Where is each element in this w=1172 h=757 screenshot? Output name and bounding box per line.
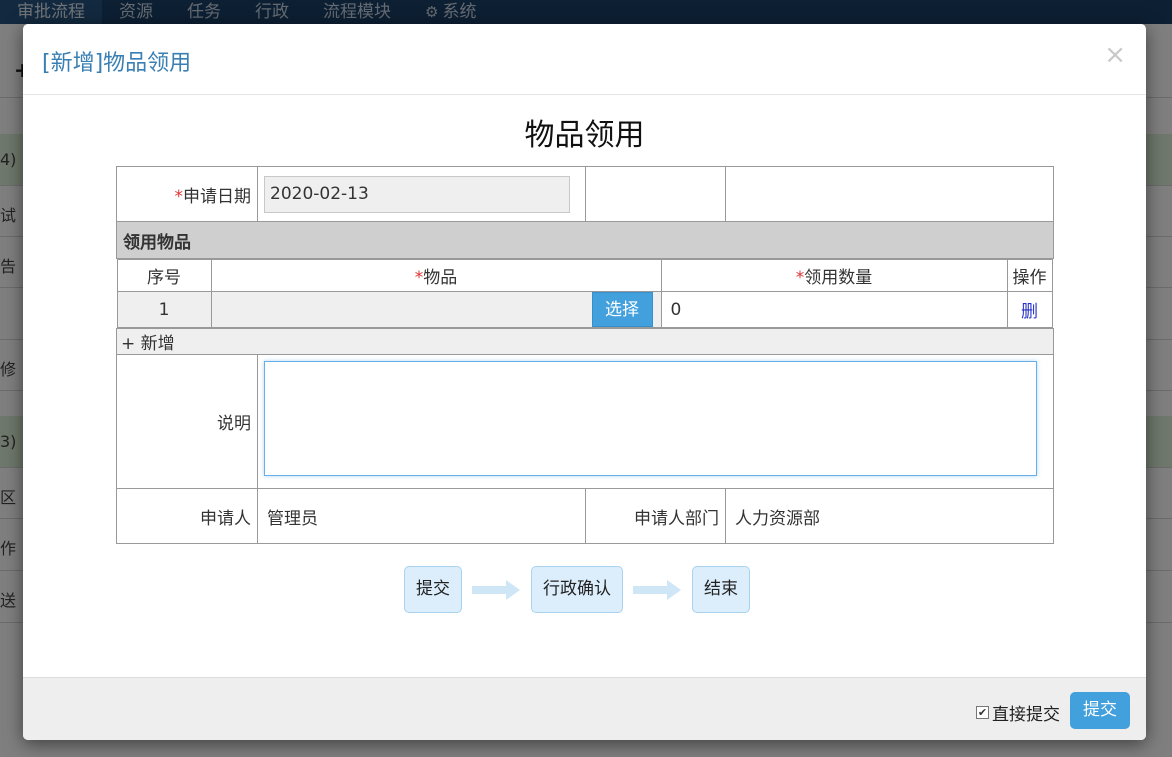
department-value: 人力资源部 (725, 488, 1054, 544)
arrow-right-icon (633, 579, 682, 600)
delete-row-link[interactable]: 删 (1021, 302, 1038, 322)
column-header-action: 操作 (1006, 259, 1053, 292)
applicant-label: 申请人 (116, 488, 258, 544)
table-row: 1 选择 0 删 (116, 291, 1053, 328)
add-row-link[interactable]: + 新增 (121, 334, 175, 354)
empty-cell (725, 166, 1054, 222)
items-container: 序号 *物品 *领用数量 操作 1 选择 0 删 (116, 259, 1054, 329)
required-mark: * (174, 186, 184, 207)
submit-button[interactable]: 提交 (1070, 692, 1130, 729)
item-field[interactable]: 选择 (210, 291, 662, 328)
note-cell (257, 354, 1054, 489)
department-label: 申请人部门 (585, 488, 726, 544)
workflow-diagram: 提交 行政确认 结束 (404, 566, 750, 613)
direct-submit-label: 直接提交 (992, 705, 1060, 725)
date-label: *申请日期 (116, 166, 258, 222)
form-title: 物品领用 (524, 118, 645, 153)
date-field[interactable]: 2020-02-13 (264, 175, 570, 213)
row-index: 1 (116, 291, 212, 328)
select-item-button[interactable]: 选择 (591, 292, 653, 327)
form-table: *申请日期 2020-02-13 领用物品 序号 *物品 *领用数量 操作 1 … (116, 166, 1054, 544)
direct-submit-option[interactable]: ✔ 直接提交 (976, 700, 1060, 725)
arrow-right-icon (472, 579, 521, 600)
item-requisition-dialog: [新增]物品领用 × 物品领用 *申请日期 2020-02-13 领用物品 序号… (23, 24, 1146, 740)
date-cell: 2020-02-13 (257, 166, 586, 222)
close-icon[interactable]: × (1104, 40, 1126, 70)
note-textarea[interactable] (264, 361, 1037, 476)
flow-step-end: 结束 (692, 566, 750, 613)
modal-footer: ✔ 直接提交 提交 (23, 677, 1146, 740)
modal-title: [新增]物品领用 (42, 51, 192, 76)
empty-cell (585, 166, 726, 222)
note-label: 说明 (116, 354, 258, 489)
column-header-item: *物品 (210, 259, 662, 292)
quantity-field[interactable]: 0 (660, 291, 1008, 328)
flow-step-admin-confirm: 行政确认 (531, 566, 623, 613)
delete-cell: 删 (1006, 291, 1053, 328)
requisition-form: *申请日期 2020-02-13 领用物品 序号 *物品 *领用数量 操作 1 … (116, 166, 1054, 544)
add-row-bar: + 新增 (116, 328, 1054, 355)
direct-submit-checkbox[interactable]: ✔ (976, 706, 989, 719)
flow-step-submit: 提交 (404, 566, 462, 613)
applicant-value: 管理员 (257, 488, 586, 544)
column-header-index: 序号 (116, 259, 212, 292)
modal-header: [新增]物品领用 × (23, 24, 1146, 95)
column-header-quantity: *领用数量 (660, 259, 1008, 292)
items-table: 序号 *物品 *领用数量 操作 1 选择 0 删 (116, 259, 1053, 328)
items-section-title: 领用物品 (116, 221, 1054, 259)
